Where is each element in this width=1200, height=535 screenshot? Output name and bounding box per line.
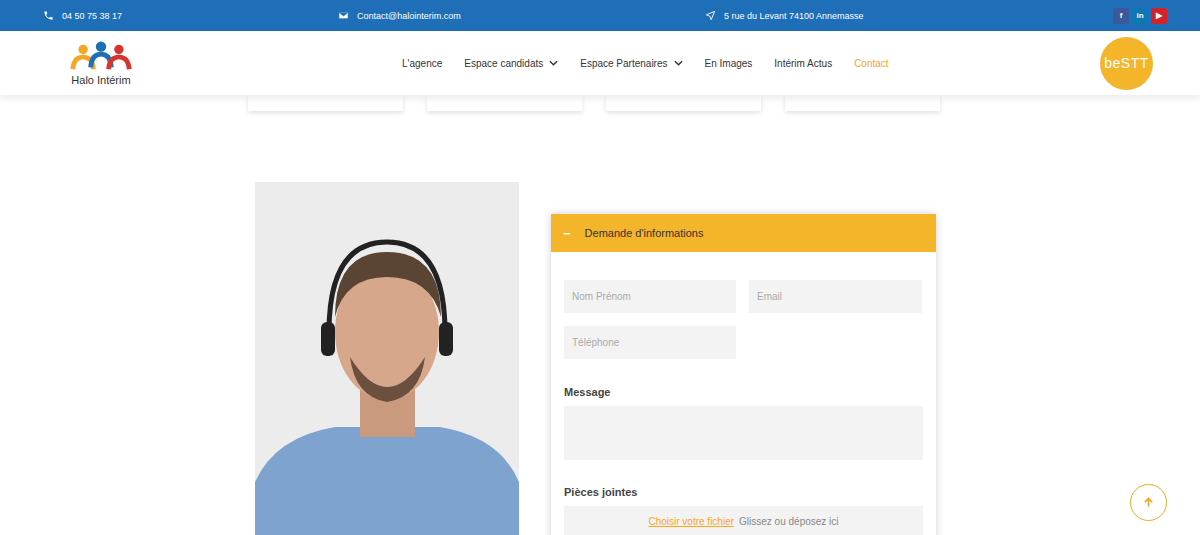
contact-section: − Demande d'informations Message Pièces … bbox=[0, 182, 1200, 535]
phone-text: 04 50 75 38 17 bbox=[62, 11, 122, 21]
attachments-label: Pièces jointes bbox=[564, 486, 923, 498]
email-text: Contact@halointerim.com bbox=[357, 11, 461, 21]
arrow-up-icon bbox=[1142, 496, 1155, 509]
address-contact: 5 rue du Levant 74100 Annemasse bbox=[705, 10, 1113, 21]
envelope-icon bbox=[338, 10, 349, 21]
text-field[interactable] bbox=[564, 280, 736, 313]
page: 04 50 75 38 17 Contact@halointerim.com 5… bbox=[0, 0, 1200, 535]
card-row bbox=[0, 95, 1200, 111]
phone-icon bbox=[43, 10, 54, 21]
field-grid bbox=[564, 280, 923, 359]
menu-item[interactable]: Espace Partenaires bbox=[580, 58, 682, 69]
menu-item[interactable]: Espace candidats bbox=[464, 58, 558, 69]
social-links: fin▶ bbox=[1113, 8, 1167, 24]
logo[interactable]: Halo Intérim bbox=[64, 41, 138, 86]
message-field[interactable] bbox=[564, 406, 923, 460]
chevron-down-icon bbox=[549, 60, 558, 66]
info-card bbox=[785, 95, 940, 111]
photo bbox=[255, 182, 519, 535]
logo-text: Halo Intérim bbox=[71, 74, 130, 86]
text-field[interactable] bbox=[564, 326, 736, 359]
message-label: Message bbox=[564, 386, 923, 398]
youtube-link[interactable]: ▶ bbox=[1151, 8, 1167, 24]
facebook-link[interactable]: f bbox=[1113, 8, 1129, 24]
menu-item[interactable]: L'agence bbox=[402, 58, 442, 69]
location-arrow-icon bbox=[705, 10, 716, 21]
text-field[interactable] bbox=[749, 280, 922, 313]
info-card bbox=[606, 95, 761, 111]
form-header[interactable]: − Demande d'informations bbox=[551, 214, 936, 252]
contact-form: − Demande d'informations Message Pièces … bbox=[551, 214, 936, 535]
bestt-badge[interactable]: beSTT bbox=[1100, 37, 1153, 90]
phone-contact[interactable]: 04 50 75 38 17 bbox=[43, 10, 338, 21]
email-contact[interactable]: Contact@halointerim.com bbox=[338, 10, 705, 21]
collapse-toggle[interactable]: − bbox=[563, 226, 571, 241]
agent-photo-icon bbox=[255, 182, 519, 535]
top-bar: 04 50 75 38 17 Contact@halointerim.com 5… bbox=[0, 0, 1200, 31]
dropzone-hint: Glissez ou déposez ici bbox=[739, 516, 839, 527]
info-card bbox=[248, 95, 403, 111]
form-body: Message Pièces jointes Choisir votre fic… bbox=[551, 252, 936, 535]
menu-item[interactable]: Intérim Actus bbox=[774, 58, 832, 69]
scroll-top-button[interactable] bbox=[1130, 484, 1167, 521]
linkedin-link[interactable]: in bbox=[1132, 8, 1148, 24]
chevron-down-icon bbox=[674, 60, 683, 66]
form-title: Demande d'informations bbox=[585, 227, 704, 239]
menu-item[interactable]: En Images bbox=[705, 58, 753, 69]
file-dropzone[interactable]: Choisir votre fichier Glissez ou déposez… bbox=[564, 506, 923, 535]
menu-item[interactable]: Contact bbox=[854, 58, 888, 69]
main-menu: L'agence Espace candidats Espace Partena… bbox=[402, 58, 889, 69]
address-text: 5 rue du Levant 74100 Annemasse bbox=[724, 11, 864, 21]
choose-file-link[interactable]: Choisir votre fichier bbox=[648, 516, 734, 527]
people-logo-icon bbox=[69, 41, 133, 73]
nav-bar: Halo Intérim L'agence Espace candidats E… bbox=[0, 31, 1200, 95]
info-card bbox=[427, 95, 582, 111]
